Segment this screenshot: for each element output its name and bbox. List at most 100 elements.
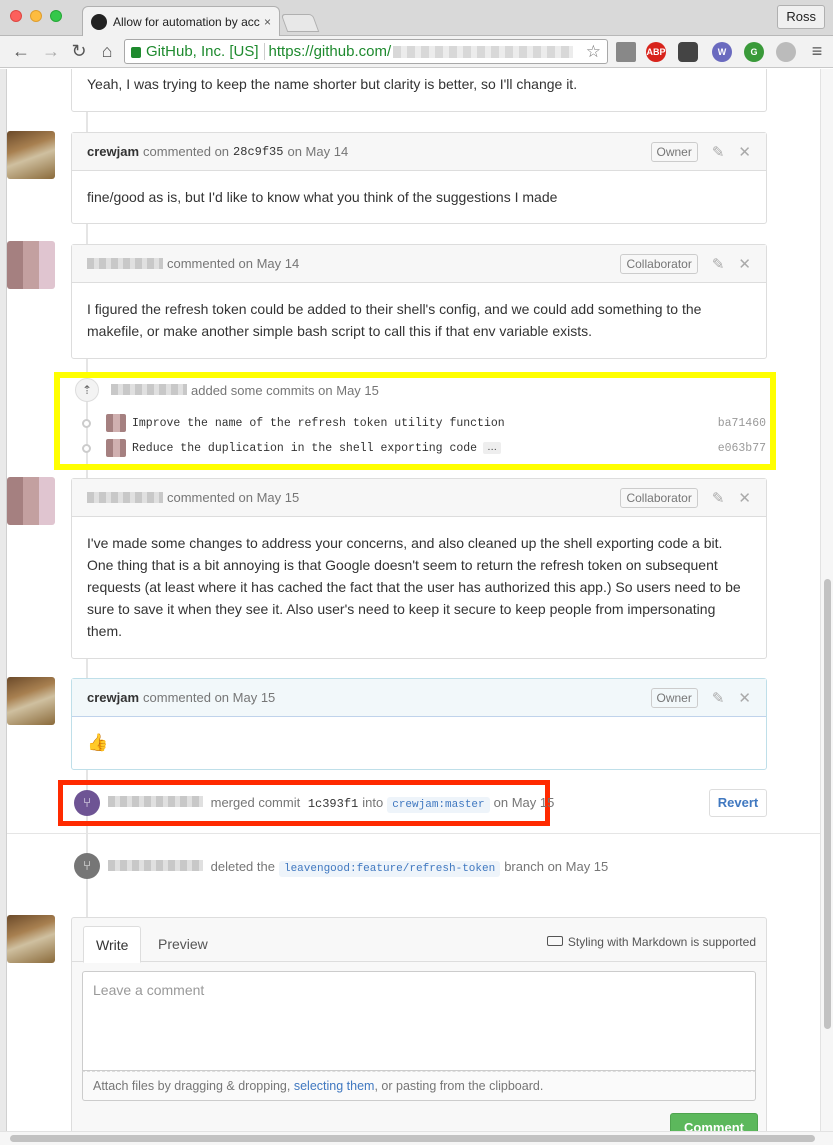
back-icon[interactable]: ← xyxy=(10,40,32,62)
address-bar[interactable]: GitHub, Inc. [US] https://github.com/ ☆ xyxy=(124,39,608,64)
commit-message[interactable]: Improve the name of the refresh token ut… xyxy=(132,417,505,430)
avatar-crewjam[interactable] xyxy=(7,677,55,725)
edit-icon[interactable]: ✎ xyxy=(712,489,725,507)
adblock-icon[interactable]: ABP xyxy=(646,42,666,62)
timeline-divider xyxy=(7,833,820,834)
close-window-button[interactable] xyxy=(10,10,22,22)
bookmark-star-icon[interactable]: ☆ xyxy=(586,42,601,62)
merge-date[interactable]: on May 15 xyxy=(494,795,555,810)
avatar-collaborator[interactable] xyxy=(7,477,55,525)
hangouts-icon[interactable]: G xyxy=(744,42,764,62)
extension-circle-icon[interactable] xyxy=(776,42,796,62)
commit-message[interactable]: Reduce the duplication in the shell expo… xyxy=(132,442,477,455)
role-badge: Collaborator xyxy=(620,253,698,274)
github-icon xyxy=(91,13,107,30)
scrollbar-thumb[interactable] xyxy=(824,579,831,1029)
comment-header: crewjam commented on 28c9f35 on May 14 O… xyxy=(72,133,766,171)
markdown-hint-label: Styling with Markdown is supported xyxy=(567,935,756,949)
comment-header: commented on May 14 Collaborator ✎ ✕ xyxy=(72,245,766,283)
commit-dot-icon xyxy=(82,418,91,428)
profile-button[interactable]: Ross xyxy=(777,5,825,29)
markdown-hint[interactable]: Styling with Markdown is supported xyxy=(546,935,756,949)
comment-submit-button[interactable]: Comment xyxy=(670,1113,758,1131)
comment-textarea[interactable]: Leave a comment xyxy=(82,971,756,1071)
commit-sha-link[interactable]: 28c9f35 xyxy=(233,145,283,159)
url-path-redacted xyxy=(393,45,574,58)
browser-tab[interactable]: Allow for automation by acc × xyxy=(82,6,280,36)
comment-author[interactable]: crewjam xyxy=(87,144,139,159)
editor-tabs: Write Preview Styling with Markdown is s… xyxy=(72,918,766,963)
select-files-link[interactable]: selecting them xyxy=(294,1079,375,1093)
tab-title: Allow for automation by acc xyxy=(113,14,260,29)
merge-into: into xyxy=(362,795,384,810)
comment: commented on May 15 Collaborator ✎ ✕ I'v… xyxy=(71,478,767,659)
new-tab-button[interactable] xyxy=(280,14,320,32)
revert-button[interactable]: Revert xyxy=(709,789,767,817)
forward-icon[interactable]: → xyxy=(40,40,62,62)
attach-files-bar[interactable]: Attach files by dragging & dropping, sel… xyxy=(82,1071,756,1101)
comment-body-emoji: 👍 xyxy=(87,733,109,752)
commit-author-avatar[interactable] xyxy=(106,439,126,457)
delete-icon[interactable]: ✕ xyxy=(738,255,751,273)
new-comment-form: Write Preview Styling with Markdown is s… xyxy=(71,917,767,1131)
vertical-scrollbar[interactable] xyxy=(820,69,833,1131)
commits-event-label: added some commits on May 15 xyxy=(191,383,379,398)
git-merge-icon: ⑂ xyxy=(74,790,100,816)
incognito-mask-icon[interactable] xyxy=(678,42,698,62)
git-branch-icon: ⑂ xyxy=(74,853,100,879)
comment-date[interactable]: on May 14 xyxy=(287,144,348,159)
comment: crewjam commented on 28c9f35 on May 14 O… xyxy=(71,132,767,224)
reload-icon[interactable]: ↻ xyxy=(68,40,90,62)
tab-write[interactable]: Write xyxy=(83,926,142,963)
redacted-username[interactable] xyxy=(87,258,163,269)
merge-target-branch[interactable]: crewjam:master xyxy=(387,797,490,813)
browser-titlebar: Allow for automation by acc × Ross xyxy=(0,0,833,36)
menu-icon[interactable]: ≡ xyxy=(806,40,828,62)
delete-icon[interactable]: ✕ xyxy=(738,689,751,707)
role-badge: Owner xyxy=(650,687,698,708)
commit-author-avatar[interactable] xyxy=(106,414,126,432)
zoom-window-button[interactable] xyxy=(50,10,62,22)
comment-body: I've made some changes to address your c… xyxy=(87,535,741,639)
commit-row: Reduce the duplication in the shell expo… xyxy=(76,437,766,459)
redacted-username[interactable] xyxy=(87,492,163,503)
cast-icon[interactable] xyxy=(616,42,636,62)
comment-body: Yeah, I was trying to keep the name shor… xyxy=(87,76,578,92)
redacted-username[interactable] xyxy=(111,384,187,395)
edit-icon[interactable]: ✎ xyxy=(712,255,725,273)
comment: Yeah, I was trying to keep the name shor… xyxy=(71,69,767,112)
comment: crewjam commented on May 15 Owner ✎ ✕ 👍 xyxy=(71,678,767,770)
edit-icon[interactable]: ✎ xyxy=(712,689,725,707)
avatar-crewjam[interactable] xyxy=(7,131,55,179)
attach-text-after: , or pasting from the clipboard. xyxy=(374,1079,544,1093)
minimize-window-button[interactable] xyxy=(30,10,42,22)
commit-sha[interactable]: e063b77 xyxy=(718,442,766,455)
comment-action: commented on xyxy=(143,144,230,159)
delete-icon[interactable]: ✕ xyxy=(738,143,751,161)
delete-icon[interactable]: ✕ xyxy=(738,489,751,507)
url-host: https://github.com/ xyxy=(268,43,392,60)
deleted-branch-name[interactable]: leavengood:feature/refresh-token xyxy=(278,861,501,877)
redacted-username[interactable] xyxy=(108,860,203,871)
merge-commit-sha[interactable]: 1c393f1 xyxy=(308,797,358,811)
tab-close-icon[interactable]: × xyxy=(264,15,271,29)
delete-suffix: branch on May 15 xyxy=(504,859,609,874)
avatar-collaborator[interactable] xyxy=(7,241,55,289)
ev-certificate-badge[interactable]: GitHub, Inc. [US] xyxy=(131,43,265,60)
horizontal-scrollbar[interactable] xyxy=(0,1131,833,1145)
redacted-username[interactable] xyxy=(108,796,203,807)
comment: commented on May 14 Collaborator ✎ ✕ I f… xyxy=(71,244,767,359)
expand-commit-button[interactable]: … xyxy=(483,442,502,454)
commit-row: Improve the name of the refresh token ut… xyxy=(76,412,766,434)
tab-preview[interactable]: Preview xyxy=(146,926,220,963)
commit-dot-icon xyxy=(82,443,91,453)
extension-w-icon[interactable]: W xyxy=(712,42,732,62)
edit-icon[interactable]: ✎ xyxy=(712,143,725,161)
comment-body: I figured the refresh token could be add… xyxy=(87,301,702,339)
home-icon[interactable]: ⌂ xyxy=(96,40,118,62)
commit-sha[interactable]: ba71460 xyxy=(718,417,766,430)
lock-icon xyxy=(131,47,141,58)
scrollbar-thumb[interactable] xyxy=(10,1135,815,1142)
comment-author[interactable]: crewjam xyxy=(87,690,139,705)
avatar-current-user[interactable] xyxy=(7,915,55,963)
